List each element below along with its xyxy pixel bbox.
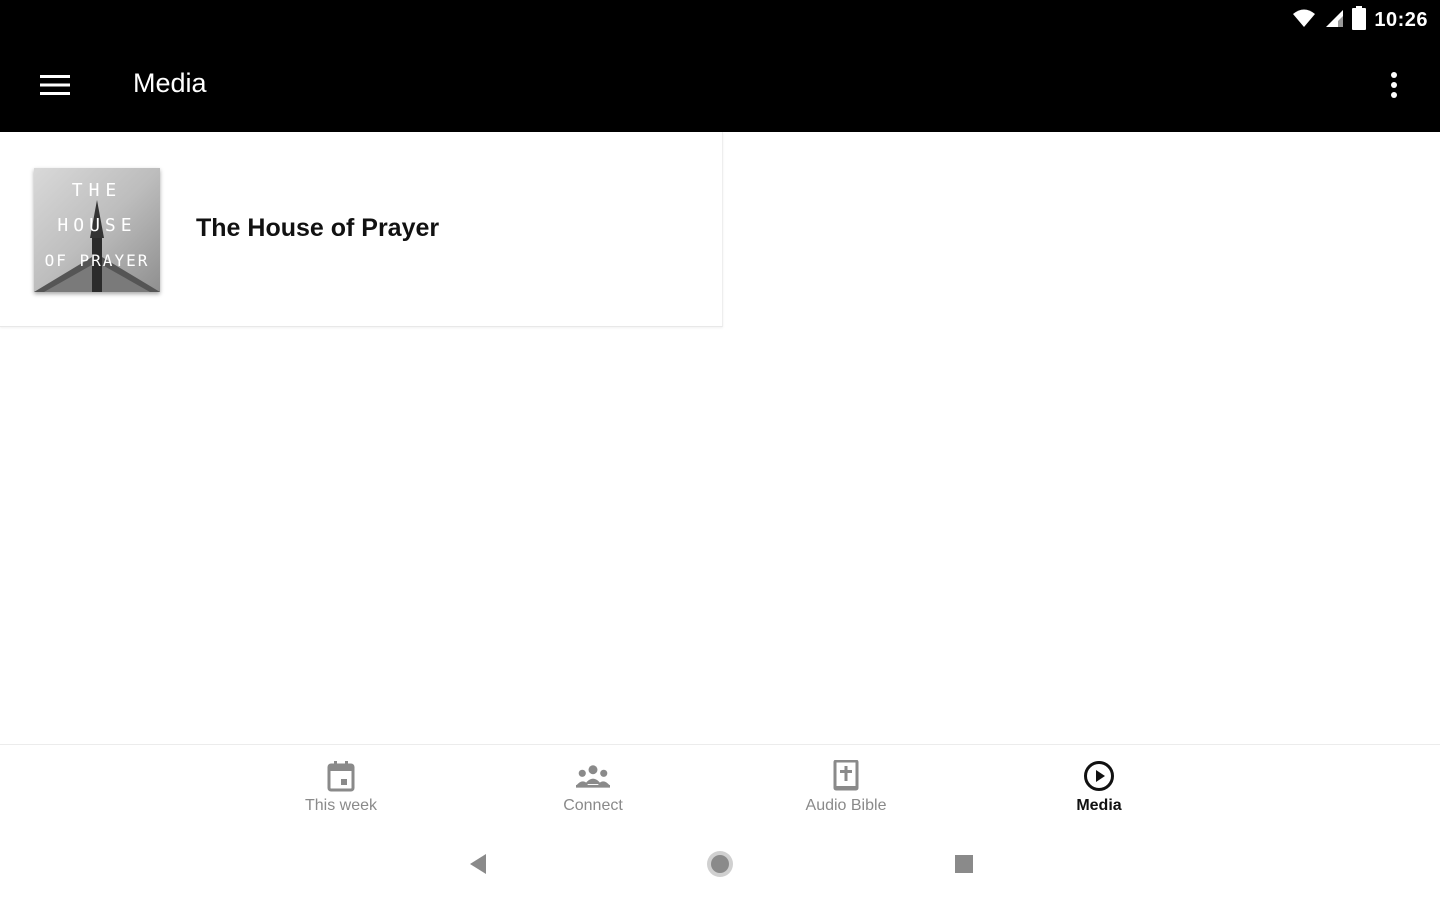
wifi-icon <box>1292 8 1316 33</box>
nav-item-media[interactable]: Media <box>999 745 1199 831</box>
thumbnail-text-2: HOUSE <box>57 215 136 236</box>
media-item-title: The House of Prayer <box>196 214 440 242</box>
house-of-prayer-artwork: THE HOUSE OF PRAYER <box>34 168 160 292</box>
bottom-nav: This week Connect Audio Bible Media <box>0 744 1440 831</box>
media-item[interactable]: THE HOUSE OF PRAYER The House of Prayer <box>0 132 722 326</box>
play-circle-icon <box>1082 759 1116 793</box>
nav-item-this-week[interactable]: This week <box>241 745 441 831</box>
nav-item-connect[interactable]: Connect <box>493 745 693 831</box>
thumbnail-text-1: THE <box>72 180 123 201</box>
hamburger-menu-icon <box>40 74 70 101</box>
status-time: 10:26 <box>1374 8 1428 31</box>
back-button[interactable] <box>456 846 500 886</box>
calendar-icon <box>324 759 358 793</box>
nav-label-media: Media <box>1076 797 1122 814</box>
menu-button[interactable] <box>28 60 82 114</box>
media-list: THE HOUSE OF PRAYER The House of Prayer <box>0 132 723 327</box>
signal-icon <box>1324 8 1344 33</box>
app-bar: Media <box>0 42 1440 132</box>
back-icon <box>468 853 488 880</box>
nav-label-this-week: This week <box>304 797 378 814</box>
page-title: Media <box>133 68 207 98</box>
system-nav-bar <box>0 830 1440 900</box>
battery-icon <box>1352 5 1367 35</box>
home-button[interactable] <box>698 846 742 886</box>
recents-button[interactable] <box>942 846 986 886</box>
thumbnail-text-3: OF PRAYER <box>45 251 150 270</box>
home-icon <box>705 849 735 884</box>
bible-icon <box>829 759 863 793</box>
nav-label-connect: Connect <box>563 797 623 814</box>
recents-icon <box>954 854 974 879</box>
overflow-menu-button[interactable] <box>1370 60 1418 114</box>
nav-label-audio-bible: Audio Bible <box>805 797 887 814</box>
status-bar: 10:26 <box>0 0 1440 42</box>
more-vert-icon <box>1390 71 1398 104</box>
status-icons: 10:26 <box>1292 5 1428 35</box>
nav-item-audio-bible[interactable]: Audio Bible <box>746 745 946 831</box>
people-icon <box>576 759 610 793</box>
